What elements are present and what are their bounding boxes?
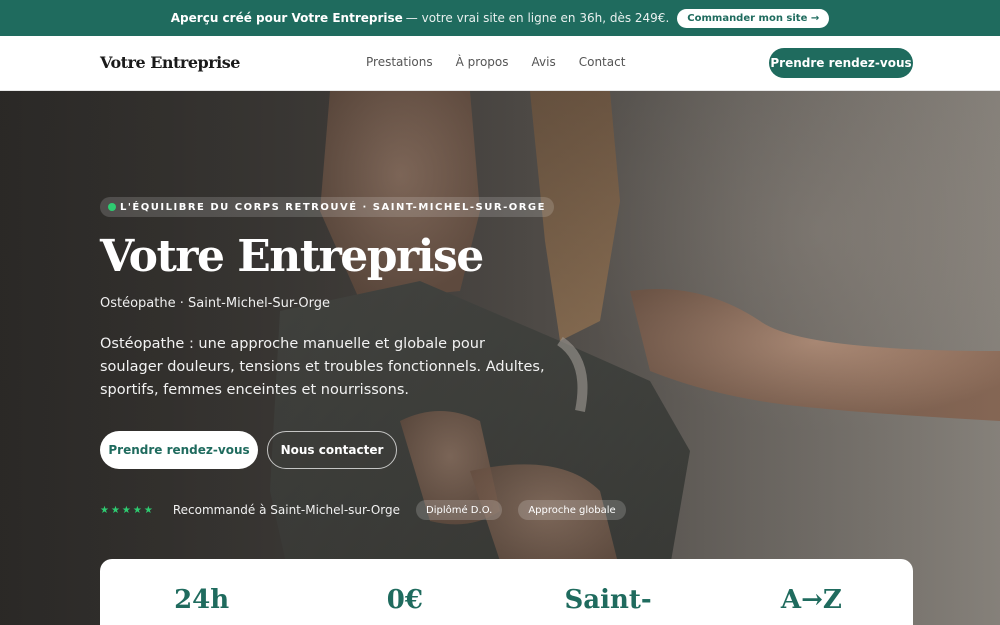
order-site-button[interactable]: Commander mon site → (677, 8, 830, 28)
recommendation-text: Recommandé à Saint-Michel-sur-Orge (172, 503, 401, 517)
nav-appointment-button[interactable]: Prendre rendez-vous (769, 48, 913, 78)
promo-text: — votre vrai site en ligne en 36h, dès 2… (405, 11, 670, 25)
hero-title: Votre Entreprise (100, 231, 484, 282)
stat-value: A→Z (780, 585, 842, 615)
stat-value: Saint- (564, 585, 652, 615)
hero-appointment-button[interactable]: Prendre rendez-vous (100, 431, 258, 469)
rating-stars-icon: ★★★★★ (100, 504, 155, 516)
nav-link-prestations[interactable]: Prestations (366, 55, 433, 69)
hero-eyebrow-text: L'ÉQUILIBRE DU CORPS RETROUVÉ · SAINT-MI… (120, 201, 546, 213)
badge-diploma: Diplômé D.O. (416, 500, 503, 520)
promo-strong-text: Aperçu créé pour Votre Entreprise (170, 11, 403, 25)
hero-section: L'ÉQUILIBRE DU CORPS RETROUVÉ · SAINT-MI… (0, 91, 1000, 625)
promo-bar: Aperçu créé pour Votre Entreprise — votr… (0, 0, 1000, 36)
nav-link-about[interactable]: À propos (456, 55, 509, 69)
hero-description: Ostéopathe : une approche manuelle et gl… (100, 336, 545, 398)
stat-value: 0€ (386, 585, 423, 615)
status-dot-icon (108, 203, 116, 211)
stat-value: 24h (174, 585, 230, 615)
stats-card: 24h 0€ Saint- A→Z (100, 559, 913, 625)
navbar: Votre Entreprise Prestations À propos Av… (0, 36, 1000, 91)
nav-link-reviews[interactable]: Avis (532, 55, 556, 69)
social-proof-row: ★★★★★ Recommandé à Saint-Michel-sur-Orge… (100, 500, 626, 520)
nav-link-contact[interactable]: Contact (579, 55, 626, 69)
hero-eyebrow-badge: L'ÉQUILIBRE DU CORPS RETROUVÉ · SAINT-MI… (100, 197, 554, 217)
brand-logo[interactable]: Votre Entreprise (100, 53, 240, 72)
nav-links: Prestations À propos Avis Contact (366, 55, 625, 69)
badge-global-approach: Approche globale (518, 500, 626, 520)
hero-subtitle: Ostéopathe · Saint-Michel-Sur-Orge (100, 296, 331, 311)
hero-contact-button[interactable]: Nous contacter (267, 431, 397, 469)
